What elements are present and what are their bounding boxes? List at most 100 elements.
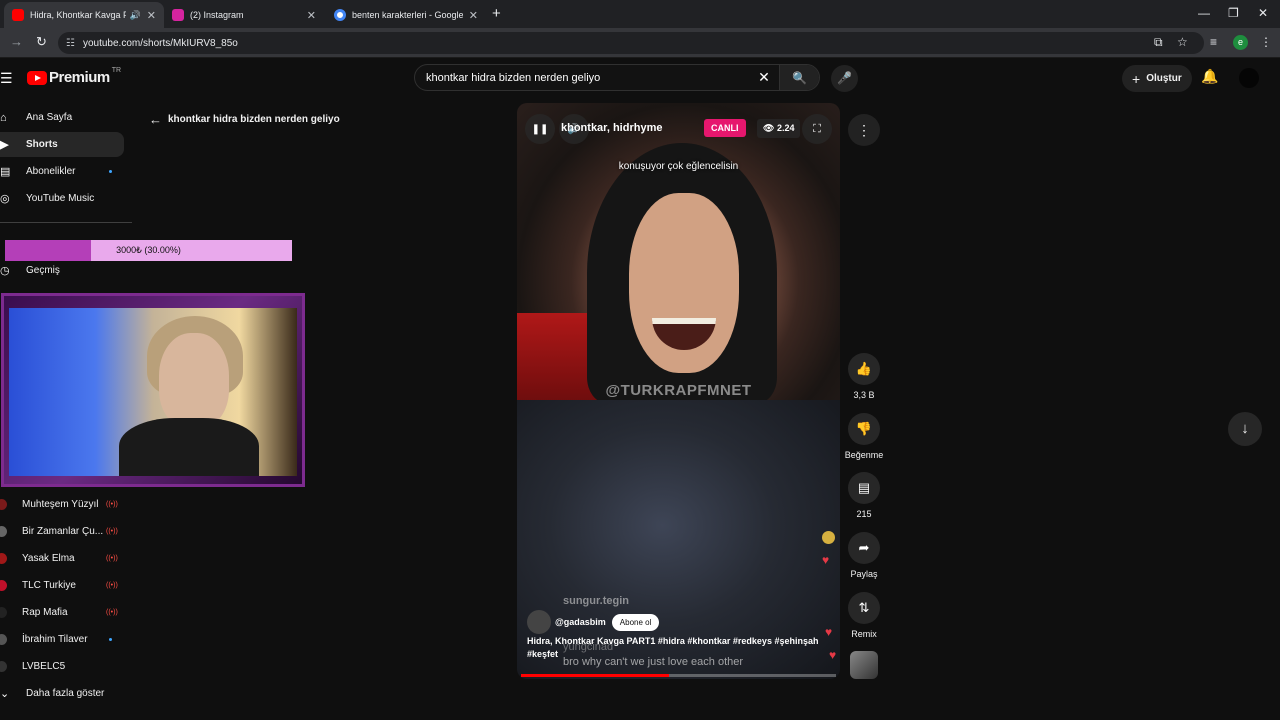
channel-handle[interactable]: @gadasbim <box>555 617 606 627</box>
video-top-frame <box>517 103 840 403</box>
browser-tab-google[interactable]: benten karakterleri - Google'da ✕ <box>326 2 486 28</box>
profile-avatar[interactable]: e <box>1233 35 1248 50</box>
browser-tab-instagram[interactable]: (2) Instagram ✕ <box>164 2 324 28</box>
youtube-premium-logo[interactable]: Premium TR <box>27 67 122 86</box>
sidebar-subscription-item[interactable]: Rap Mafia ((•)) <box>0 600 124 625</box>
sidebar-subscription-item[interactable]: TLC Turkiye ((•)) <box>0 573 124 598</box>
sidebar-subscription-item[interactable]: Bir Zamanlar Çu... ((•)) <box>0 519 124 544</box>
channel-avatar <box>0 580 7 591</box>
sound-thumbnail[interactable] <box>850 651 878 679</box>
sidebar-subscription-item[interactable]: LVBELC5 <box>0 654 124 679</box>
voice-search-icon[interactable]: 🎤 <box>831 65 858 92</box>
sidebar-item-label: LVBELC5 <box>22 661 66 672</box>
close-tab-icon[interactable]: ✕ <box>469 9 478 22</box>
tab-title: Hidra, Khontkar Kavga PART1 <box>30 10 126 20</box>
url-text: youtube.com/shorts/MkIURV8_85o <box>82 37 238 49</box>
install-app-icon[interactable]: ⧉ <box>1154 35 1163 50</box>
channel-avatar <box>0 553 7 564</box>
tab-title: (2) Instagram <box>190 10 244 20</box>
browser-tab-youtube[interactable]: Hidra, Khontkar Kavga PART1 🔊 ✕ <box>4 2 164 28</box>
dislike-button[interactable]: 👎 Beğenme <box>844 413 884 460</box>
shorts-back-button[interactable]: ← khontkar hidra bizden nerden geliyo <box>149 112 340 127</box>
sidebar-subscription-item[interactable]: Yasak Elma ((•)) <box>0 546 124 571</box>
new-tab-icon[interactable]: + <box>492 5 501 22</box>
forward-icon[interactable]: → <box>10 34 23 49</box>
home-icon: ⌂ <box>0 111 7 124</box>
search-input[interactable]: khontkar hidra bizden nerden geliyo <box>415 72 749 84</box>
pause-icon[interactable]: ❚❚ <box>525 114 555 144</box>
emoji-reaction-icon <box>822 531 835 544</box>
sidebar-subscription-item[interactable]: Muhteşem Yüzyıl ((•)) <box>0 492 124 517</box>
sidebar-item-subscriptions[interactable]: ▤ Abonelikler <box>0 159 124 184</box>
sidebar-item-label: Bir Zamanlar Çu... <box>22 526 104 537</box>
share-icon: ➦ <box>848 532 880 564</box>
music-icon: ◎ <box>0 193 10 205</box>
share-button[interactable]: ➦ Paylaş <box>844 532 884 579</box>
subscribe-button[interactable]: Abone ol <box>611 613 660 631</box>
sidebar-item-youtube-music[interactable]: ◎ YouTube Music <box>0 186 124 211</box>
live-icon: ((•)) <box>106 582 118 589</box>
back-arrow-icon: ← <box>149 112 162 127</box>
dislike-label: Beğenme <box>844 450 884 460</box>
clear-search-icon[interactable]: ✕ <box>749 69 779 86</box>
search-box: khontkar hidra bizden nerden geliyo ✕ 🔍 <box>414 64 820 91</box>
sidebar-item-label: Abonelikler <box>26 166 76 177</box>
show-more-button[interactable]: ⌄ Daha fazla göster <box>0 681 124 706</box>
next-video-arrow-icon[interactable]: ↓ <box>1228 412 1262 446</box>
shorts-video-player[interactable]: @TURKRAPFMNET ❚❚ 🔊 khontkar, hidrhyme CA… <box>517 103 840 679</box>
like-button[interactable]: 👍 3,3 B <box>844 353 884 400</box>
thumbs-up-icon: 👍 <box>848 353 880 385</box>
account-avatar[interactable] <box>1239 68 1259 88</box>
comments-button[interactable]: ▤ 215 <box>844 472 884 519</box>
channel-avatar[interactable] <box>527 610 551 634</box>
sidebar-item-shorts[interactable]: ▶ Shorts <box>0 132 124 157</box>
sidebar-subscription-item[interactable]: İbrahim Tilaver <box>0 627 124 652</box>
sidebar-item-label: Muhteşem Yüzyıl <box>22 499 99 510</box>
reload-icon[interactable]: ↻ <box>36 34 47 50</box>
minimize-icon[interactable]: — <box>1198 6 1210 20</box>
browser-tabstrip: Hidra, Khontkar Kavga PART1 🔊 ✕ (2) Inst… <box>0 0 1280 28</box>
speaker-icon[interactable]: 🔊 <box>130 10 141 21</box>
sidebar-item-home[interactable]: ⌂ Ana Sayfa <box>0 105 124 130</box>
search-icon: 🔍 <box>792 70 807 85</box>
instagram-comment-text: bro why can't we just love each other <box>563 656 744 668</box>
viewer-count: 👁 2.24 <box>757 119 801 138</box>
search-button[interactable]: 🔍 <box>779 65 819 90</box>
create-button[interactable]: + Oluştur <box>1122 65 1192 92</box>
video-title-text: Hidra, Khontkar Kavga PART1 <box>527 636 656 646</box>
video-hashtags[interactable]: #hidra #khontkar #redkeys #şehinşah <box>658 636 819 646</box>
webcam-image <box>9 308 297 476</box>
sidebar-item-label: Ana Sayfa <box>26 112 73 123</box>
channel-avatar <box>0 607 7 618</box>
more-options-icon[interactable]: ⋮ <box>848 114 880 146</box>
address-bar[interactable]: ☷ youtube.com/shorts/MkIURV8_85o <box>58 32 1204 54</box>
window-close-icon[interactable]: ✕ <box>1258 6 1268 20</box>
logo-text: Premium <box>49 69 110 86</box>
video-progress-bar[interactable] <box>521 674 836 677</box>
country-code: TR <box>111 67 122 74</box>
video-progress-fill <box>521 674 670 677</box>
live-icon: ((•)) <box>106 501 118 508</box>
bookmark-star-icon[interactable]: ☆ <box>1177 35 1188 49</box>
fullscreen-icon[interactable]: ⛶ <box>802 114 832 144</box>
close-tab-icon[interactable]: ✕ <box>307 9 316 22</box>
site-info-icon[interactable]: ☷ <box>66 38 75 49</box>
remix-button[interactable]: ⇅ Remix <box>844 592 884 639</box>
sidebar-item-history[interactable]: ◷ Geçmiş <box>0 258 124 283</box>
restore-icon[interactable]: ❐ <box>1228 6 1239 20</box>
video-watermark: @TURKRAPFMNET <box>605 382 752 399</box>
close-tab-icon[interactable]: ✕ <box>147 9 156 22</box>
sidebar-item-label: Yasak Elma <box>22 553 75 564</box>
instagram-favicon-icon <box>172 9 184 21</box>
menu-icon[interactable]: ☰ <box>0 70 13 87</box>
channel-avatar <box>0 634 7 645</box>
streamer-webcam-overlay <box>1 293 305 487</box>
history-icon: ◷ <box>0 265 10 277</box>
tab-search-icon[interactable]: ≡ <box>1210 35 1217 49</box>
sidebar-item-label: Rap Mafia <box>22 607 68 618</box>
browser-menu-icon[interactable]: ⋮ <box>1260 35 1272 49</box>
live-usernames: khontkar, hidrhyme <box>561 122 663 134</box>
notifications-bell-icon[interactable]: 🔔 <box>1201 68 1218 85</box>
video-hashtags-line2[interactable]: #keşfet <box>527 649 558 659</box>
video-caption: konuşuyor çok eğlencelisin <box>618 161 739 172</box>
